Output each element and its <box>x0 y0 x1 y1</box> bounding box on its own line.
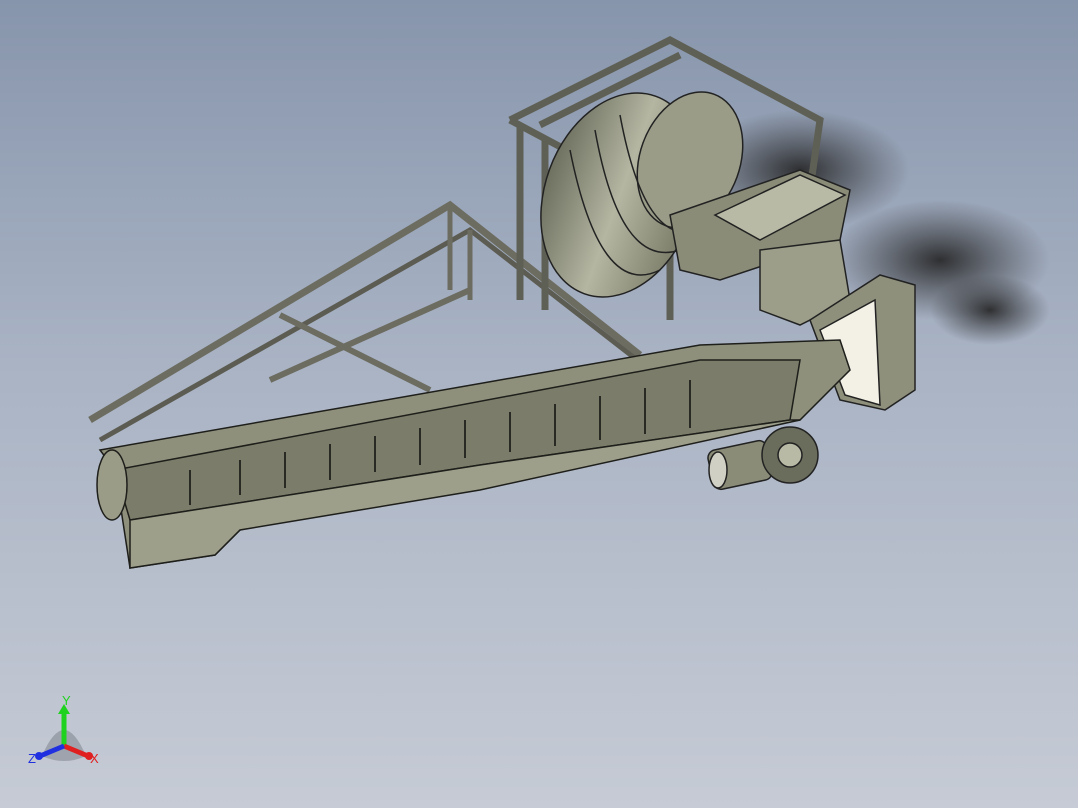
triad-x-label: X <box>90 751 99 766</box>
triad-z-label: Z <box>28 751 36 766</box>
cad-graphics-area[interactable] <box>0 0 1078 808</box>
triad-y-label: Y <box>62 693 71 708</box>
view-orientation-triad: Y X Z <box>24 694 108 770</box>
